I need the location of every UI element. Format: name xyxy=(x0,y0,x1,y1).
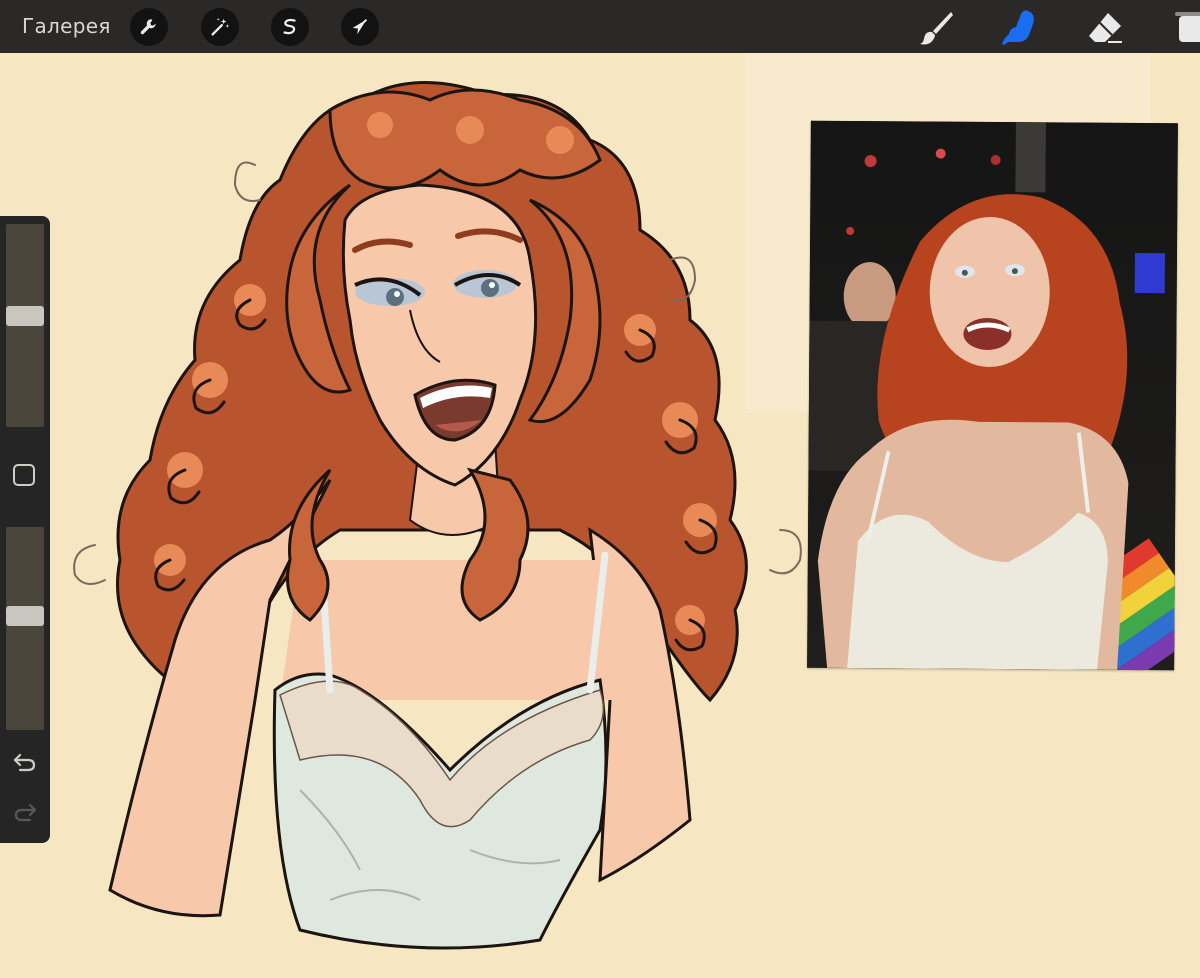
layers-button[interactable] xyxy=(1166,8,1200,48)
undo-button[interactable] xyxy=(12,750,38,774)
gallery-button[interactable]: Галерея xyxy=(22,14,111,38)
smudge-finger-icon xyxy=(1000,8,1040,48)
selection-button[interactable] xyxy=(271,8,309,46)
magic-wand-icon xyxy=(209,16,231,38)
layers-icon xyxy=(1169,8,1200,48)
eraser-icon xyxy=(1086,9,1124,47)
smudge-tool-button[interactable] xyxy=(1000,8,1040,48)
opacity-slider[interactable] xyxy=(6,527,44,730)
eraser-tool-button[interactable] xyxy=(1085,8,1125,48)
selection-s-icon xyxy=(279,16,301,38)
opacity-slider-thumb[interactable] xyxy=(6,605,44,626)
adjustments-button[interactable] xyxy=(201,8,239,46)
brush-icon xyxy=(917,9,955,47)
redo-arrow-icon xyxy=(12,803,38,828)
illustration-artwork xyxy=(73,81,802,950)
arrow-cursor-icon xyxy=(349,16,371,38)
undo-arrow-icon xyxy=(12,753,38,778)
brush-tool-button[interactable] xyxy=(916,8,956,48)
redo-button[interactable] xyxy=(12,800,38,824)
top-toolbar: Галерея xyxy=(0,0,1200,53)
actions-button[interactable] xyxy=(130,8,168,46)
wrench-icon xyxy=(138,16,160,38)
modify-button[interactable] xyxy=(13,464,35,486)
brush-size-slider-thumb[interactable] xyxy=(6,306,44,327)
procreate-app: Галерея xyxy=(0,0,1200,978)
brush-sidebar xyxy=(0,216,50,843)
transform-button[interactable] xyxy=(341,8,379,46)
reference-photo xyxy=(807,120,1178,671)
